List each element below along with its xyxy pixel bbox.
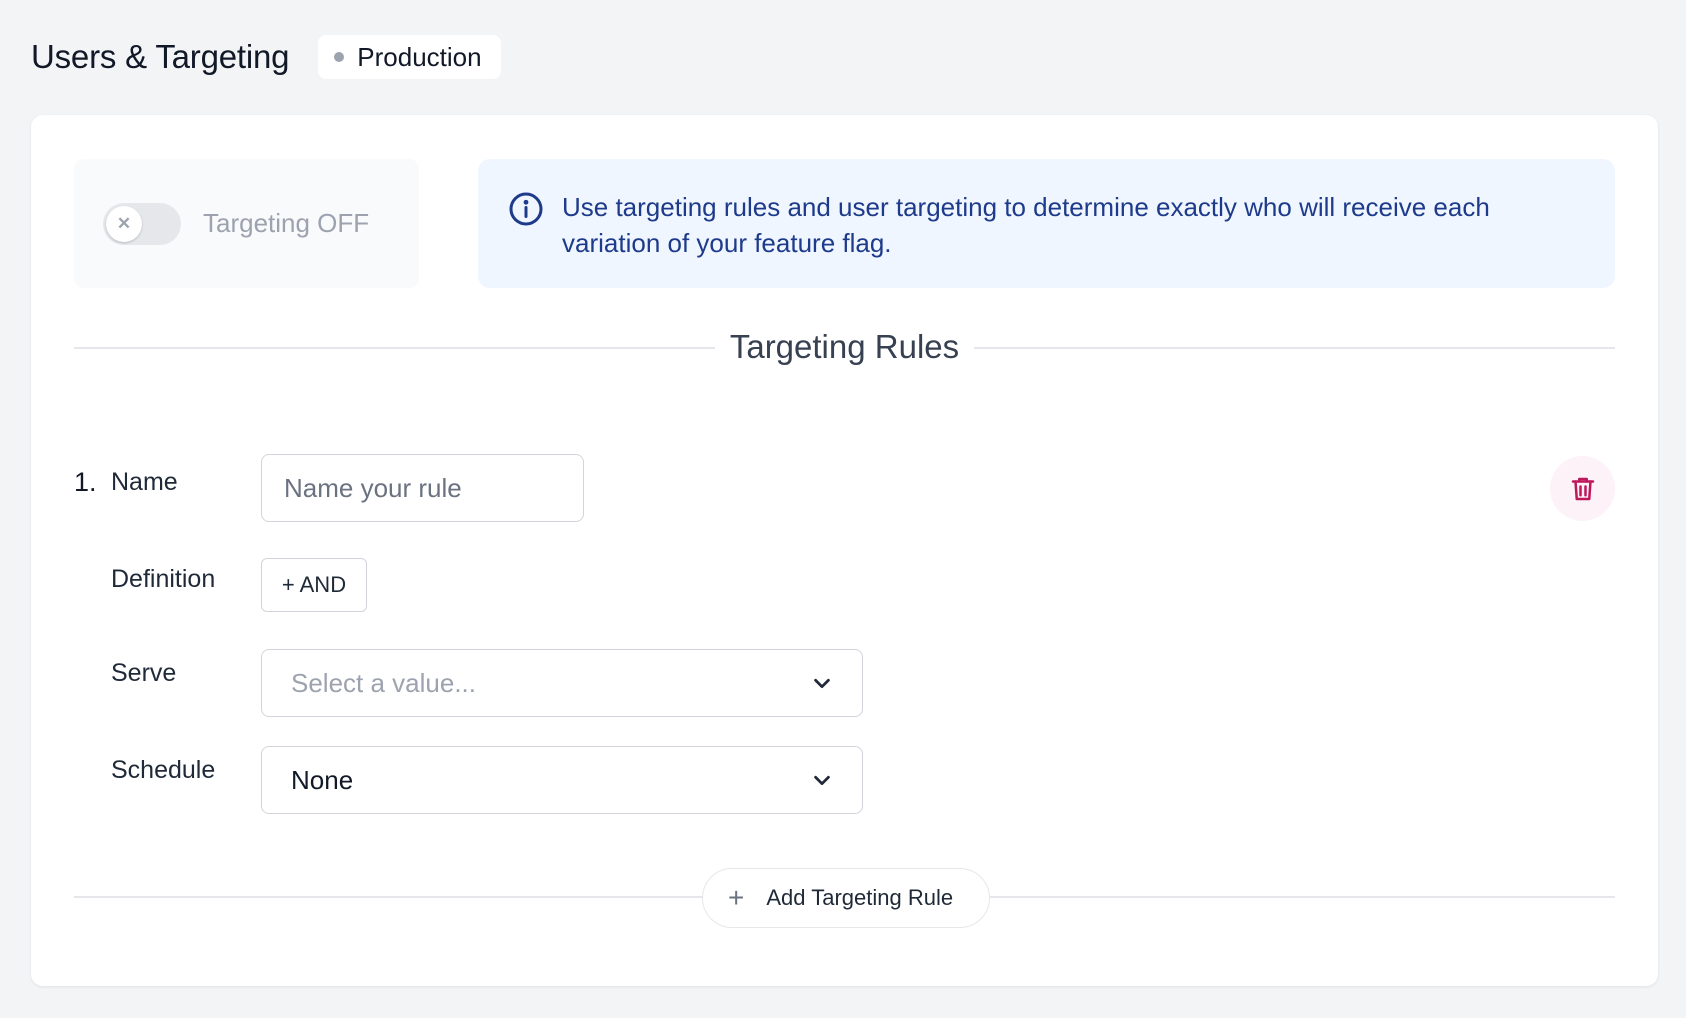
section-title-wrap: Targeting Rules — [31, 328, 1658, 366]
page-header: Users & Targeting Production — [31, 35, 501, 79]
rule-number: 1. — [74, 467, 97, 497]
schedule-label: Schedule — [111, 756, 216, 784]
trash-icon — [1571, 477, 1594, 500]
schedule-select[interactable]: None — [261, 746, 863, 814]
info-message: Use targeting rules and user targeting t… — [562, 192, 1490, 258]
info-banner: Use targeting rules and user targeting t… — [478, 159, 1615, 288]
targeting-toggle[interactable]: ✕ — [103, 202, 181, 245]
add-targeting-rule-label: Add Targeting Rule — [766, 885, 954, 910]
targeting-toggle-label: Targeting OFF — [203, 208, 370, 238]
page-title: Users & Targeting — [31, 38, 290, 75]
name-label: Name — [111, 468, 178, 496]
info-circle-icon — [509, 192, 543, 226]
serve-select[interactable]: Select a value... — [261, 649, 863, 717]
plus-icon: + — [728, 882, 745, 913]
definition-label: Definition — [111, 565, 216, 593]
environment-label: Production — [357, 41, 482, 72]
chevron-down-icon — [814, 678, 830, 689]
chevron-down-icon — [814, 775, 830, 786]
targeting-toggle-panel: ✕ Targeting OFF — [74, 159, 419, 288]
add-targeting-rule-button[interactable]: + Add Targeting Rule — [702, 868, 990, 928]
rule-name-input[interactable] — [261, 454, 584, 522]
serve-label: Serve — [111, 659, 177, 687]
section-title: Targeting Rules — [714, 328, 975, 365]
environment-badge[interactable]: Production — [318, 35, 501, 79]
schedule-select-value: None — [291, 764, 354, 795]
delete-rule-button[interactable] — [1550, 456, 1615, 521]
page: Users & Targeting Production ✕ Targeting… — [0, 0, 1686, 1018]
serve-select-placeholder: Select a value... — [291, 667, 476, 698]
environment-status-dot — [334, 52, 345, 62]
targeting-card: ✕ Targeting OFF Use targeting rules and … — [31, 115, 1658, 986]
add-and-condition-button[interactable]: + AND — [261, 558, 367, 612]
x-icon: ✕ — [106, 205, 142, 242]
